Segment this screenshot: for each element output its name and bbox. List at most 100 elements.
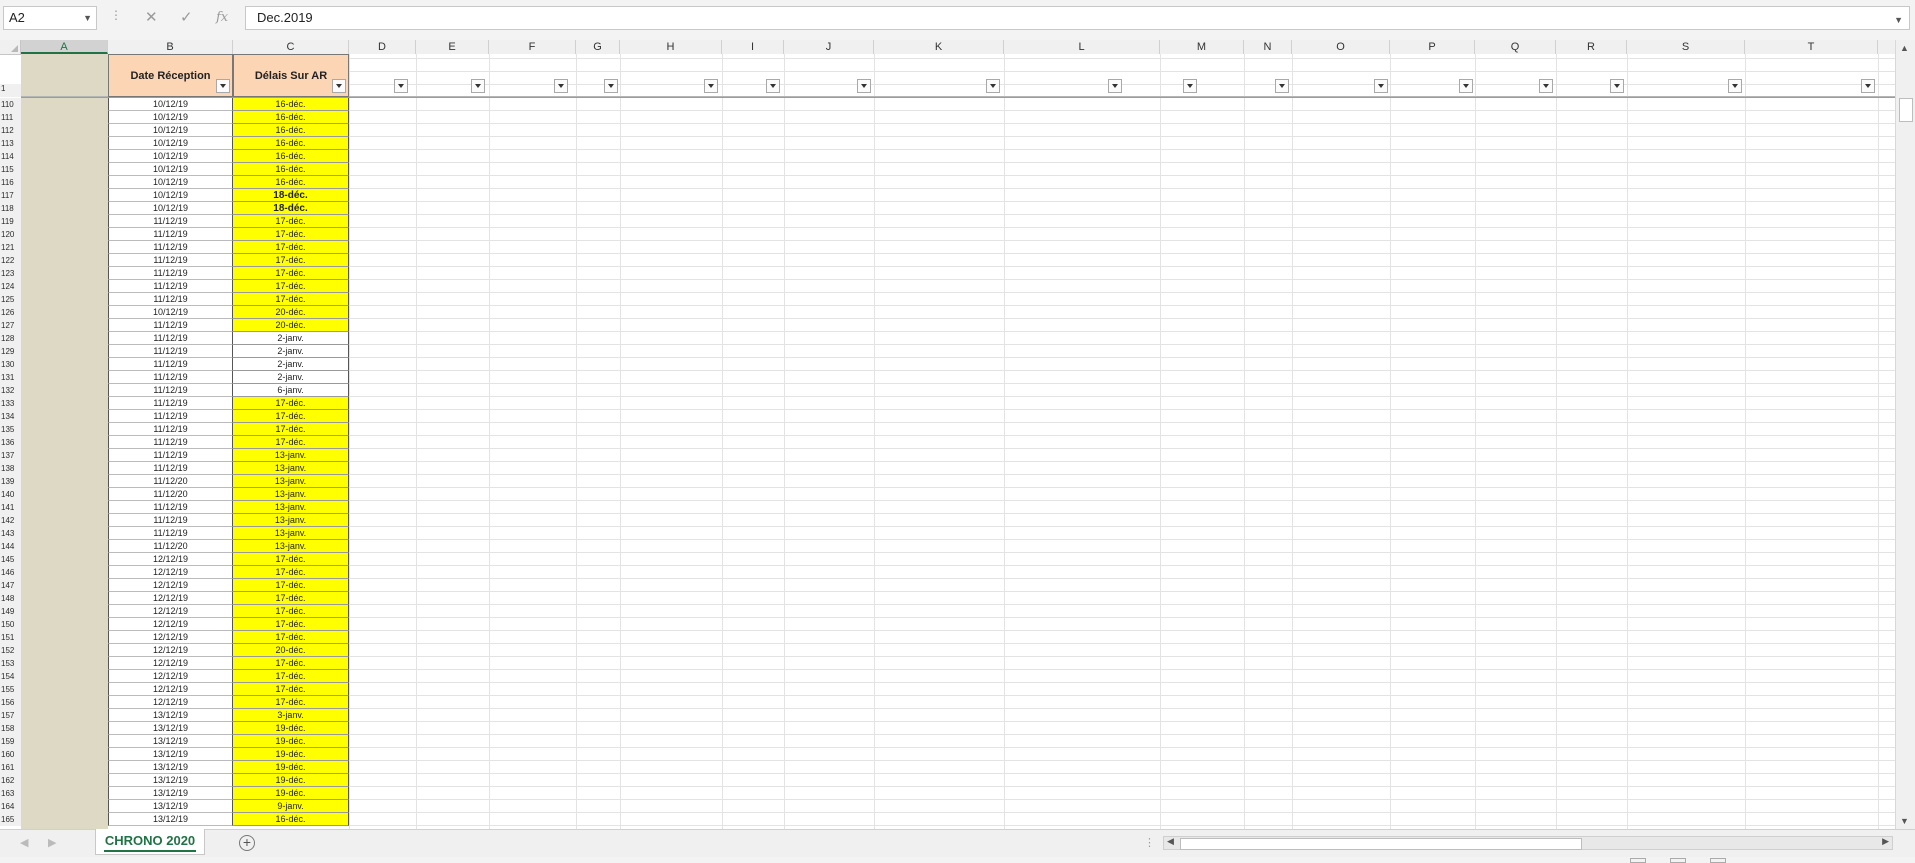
row-number[interactable]: 142 (0, 514, 21, 527)
filter-dropdown-icon[interactable] (394, 79, 408, 93)
cell-delais-sur-ar[interactable]: 20-déc. (233, 644, 349, 657)
vertical-scroll-thumb[interactable] (1899, 98, 1913, 122)
filter-dropdown-icon[interactable] (766, 79, 780, 93)
filter-dropdown-icon[interactable] (1539, 79, 1553, 93)
row-number[interactable]: 110 (0, 98, 21, 111)
column-header-t[interactable]: T (1745, 40, 1878, 54)
column-header-r[interactable]: R (1556, 40, 1627, 54)
cell-date-reception[interactable]: 11/12/19 (108, 384, 233, 397)
cell-date-reception[interactable]: 12/12/19 (108, 553, 233, 566)
filter-dropdown-icon[interactable] (986, 79, 1000, 93)
row-number[interactable]: 122 (0, 254, 21, 267)
tab-scroll-left-icon[interactable]: ◀ (20, 836, 28, 849)
cell-date-reception[interactable]: 10/12/19 (108, 202, 233, 215)
cell-date-reception[interactable]: 13/12/19 (108, 722, 233, 735)
cell-delais-sur-ar[interactable]: 17-déc. (233, 592, 349, 605)
row-number[interactable]: 121 (0, 241, 21, 254)
row-number[interactable]: 152 (0, 644, 21, 657)
filter-dropdown-icon[interactable] (857, 79, 871, 93)
cell-delais-sur-ar[interactable]: 17-déc. (233, 670, 349, 683)
row-number[interactable]: 137 (0, 449, 21, 462)
cell-date-reception[interactable]: 10/12/19 (108, 124, 233, 137)
row-number[interactable]: 134 (0, 410, 21, 423)
column-header-a[interactable]: A (21, 40, 108, 54)
row-number[interactable]: 136 (0, 436, 21, 449)
cell-delais-sur-ar[interactable]: 17-déc. (233, 553, 349, 566)
cell-delais-sur-ar[interactable]: 17-déc. (233, 605, 349, 618)
row-number[interactable]: 133 (0, 397, 21, 410)
more-options-icon[interactable]: ⋮ (110, 8, 122, 22)
tab-scroll-right-icon[interactable]: ▶ (48, 836, 56, 849)
scroll-up-icon[interactable]: ▲ (1900, 43, 1909, 53)
column-header-d[interactable]: D (349, 40, 416, 54)
cell-date-reception[interactable]: 13/12/19 (108, 774, 233, 787)
cell-date-reception[interactable]: 11/12/20 (108, 540, 233, 553)
cell-date-reception[interactable]: 11/12/19 (108, 254, 233, 267)
row-number[interactable]: 123 (0, 267, 21, 280)
cell-date-reception[interactable]: 11/12/19 (108, 423, 233, 436)
cell-delais-sur-ar[interactable]: 17-déc. (233, 683, 349, 696)
cell-date-reception[interactable]: 12/12/19 (108, 592, 233, 605)
cell-date-reception[interactable]: 11/12/19 (108, 397, 233, 410)
formula-input[interactable]: Dec.2019 ▼ (245, 6, 1910, 30)
cell-delais-sur-ar[interactable]: 13-janv. (233, 475, 349, 488)
scroll-left-icon[interactable]: ◀ (1167, 836, 1174, 847)
cell-date-reception[interactable]: 12/12/19 (108, 670, 233, 683)
cell-date-reception[interactable]: 13/12/19 (108, 748, 233, 761)
cell-delais-sur-ar[interactable]: 13-janv. (233, 527, 349, 540)
filter-dropdown-icon[interactable] (1610, 79, 1624, 93)
column-header-g[interactable]: G (576, 40, 620, 54)
select-all-button[interactable] (0, 40, 21, 54)
column-header-f[interactable]: F (489, 40, 576, 54)
row-number[interactable]: 130 (0, 358, 21, 371)
cell-delais-sur-ar[interactable]: 20-déc. (233, 319, 349, 332)
cell-delais-sur-ar[interactable]: 13-janv. (233, 462, 349, 475)
cell-date-reception[interactable]: 12/12/19 (108, 696, 233, 709)
cell-date-reception[interactable]: 11/12/19 (108, 410, 233, 423)
row-number[interactable]: 124 (0, 280, 21, 293)
cell-delais-sur-ar[interactable]: 17-déc. (233, 254, 349, 267)
column-header-n[interactable]: N (1244, 40, 1292, 54)
cell-date-reception[interactable]: 12/12/19 (108, 644, 233, 657)
row-number[interactable]: 132 (0, 384, 21, 397)
cell-delais-sur-ar[interactable]: 17-déc. (233, 423, 349, 436)
plus-circle-icon[interactable]: + (239, 835, 255, 851)
row-number[interactable]: 157 (0, 709, 21, 722)
row-number[interactable]: 149 (0, 605, 21, 618)
cell-delais-sur-ar[interactable]: 17-déc. (233, 566, 349, 579)
row-number[interactable]: 146 (0, 566, 21, 579)
cell-date-reception[interactable]: 12/12/19 (108, 657, 233, 670)
cell-date-reception[interactable]: 11/12/19 (108, 449, 233, 462)
column-header-h[interactable]: H (620, 40, 722, 54)
filter-dropdown-icon[interactable] (471, 79, 485, 93)
row-number[interactable]: 119 (0, 215, 21, 228)
row-number[interactable]: 155 (0, 683, 21, 696)
filter-dropdown-icon[interactable] (1728, 79, 1742, 93)
function-icon[interactable]: fx (216, 6, 228, 30)
cell-date-reception[interactable]: 11/12/19 (108, 358, 233, 371)
cell-date-reception[interactable]: 12/12/19 (108, 605, 233, 618)
filter-dropdown-icon[interactable] (332, 79, 346, 93)
cell-delais-sur-ar[interactable]: 17-déc. (233, 631, 349, 644)
cell-delais-sur-ar[interactable]: 17-déc. (233, 267, 349, 280)
cell-date-reception[interactable]: 11/12/19 (108, 280, 233, 293)
page-layout-view-icon[interactable] (1670, 858, 1686, 863)
cell-date-reception[interactable]: 13/12/19 (108, 813, 233, 826)
row-number[interactable]: 159 (0, 735, 21, 748)
cell-date-reception[interactable]: 11/12/19 (108, 514, 233, 527)
filter-dropdown-icon[interactable] (1861, 79, 1875, 93)
row-number[interactable]: 112 (0, 124, 21, 137)
cell-date-reception[interactable]: 12/12/19 (108, 579, 233, 592)
cell-delais-sur-ar[interactable]: 6-janv. (233, 384, 349, 397)
cell-date-reception[interactable]: 11/12/19 (108, 371, 233, 384)
filter-dropdown-icon[interactable] (1459, 79, 1473, 93)
filter-dropdown-icon[interactable] (1275, 79, 1289, 93)
row-number[interactable]: 162 (0, 774, 21, 787)
cell-date-reception[interactable]: 11/12/19 (108, 267, 233, 280)
cell-date-reception[interactable]: 13/12/19 (108, 800, 233, 813)
cell-delais-sur-ar[interactable]: 16-déc. (233, 98, 349, 111)
expand-formula-icon[interactable]: ▼ (1894, 9, 1903, 31)
column-header-p[interactable]: P (1390, 40, 1475, 54)
row-number[interactable]: 126 (0, 306, 21, 319)
cell-delais-sur-ar[interactable]: 17-déc. (233, 618, 349, 631)
